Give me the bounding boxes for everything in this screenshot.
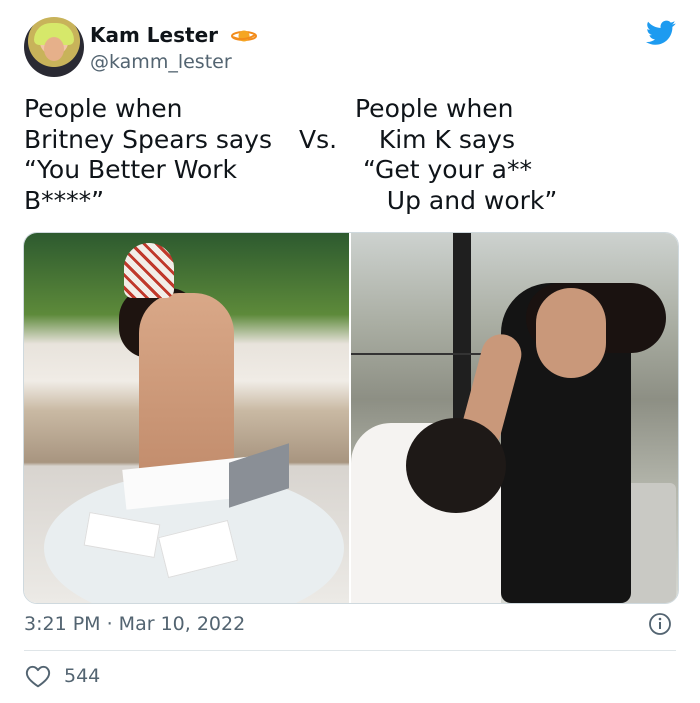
caption-right: People when Kim K says “Get your a** Up …: [355, 94, 558, 215]
caption-left: People when Britney Spears says “You Bet…: [24, 94, 272, 215]
twitter-bird-icon[interactable]: [646, 20, 676, 46]
like-count: 544: [64, 665, 101, 687]
caption-vs: Vs.: [299, 125, 338, 154]
heart-icon[interactable]: [25, 664, 51, 688]
user-handle[interactable]: @kamm_lester: [90, 50, 232, 74]
avatar-face: [44, 37, 64, 61]
tweet-timestamp[interactable]: 3:21 PM · Mar 10, 2022: [24, 612, 245, 636]
info-icon[interactable]: [648, 612, 672, 636]
photo-right[interactable]: [349, 233, 678, 603]
photo-right-face: [536, 288, 606, 378]
display-name[interactable]: Kam Lester: [90, 22, 257, 50]
planet-emoji-icon: [230, 24, 257, 50]
divider: [24, 650, 676, 651]
display-name-text: Kam Lester: [90, 23, 218, 47]
avatar[interactable]: [24, 17, 84, 77]
photo-left[interactable]: [24, 233, 349, 603]
tweet-media[interactable]: [23, 232, 679, 604]
photo-left-scarf: [124, 243, 174, 298]
photo-right-head: [406, 418, 506, 513]
